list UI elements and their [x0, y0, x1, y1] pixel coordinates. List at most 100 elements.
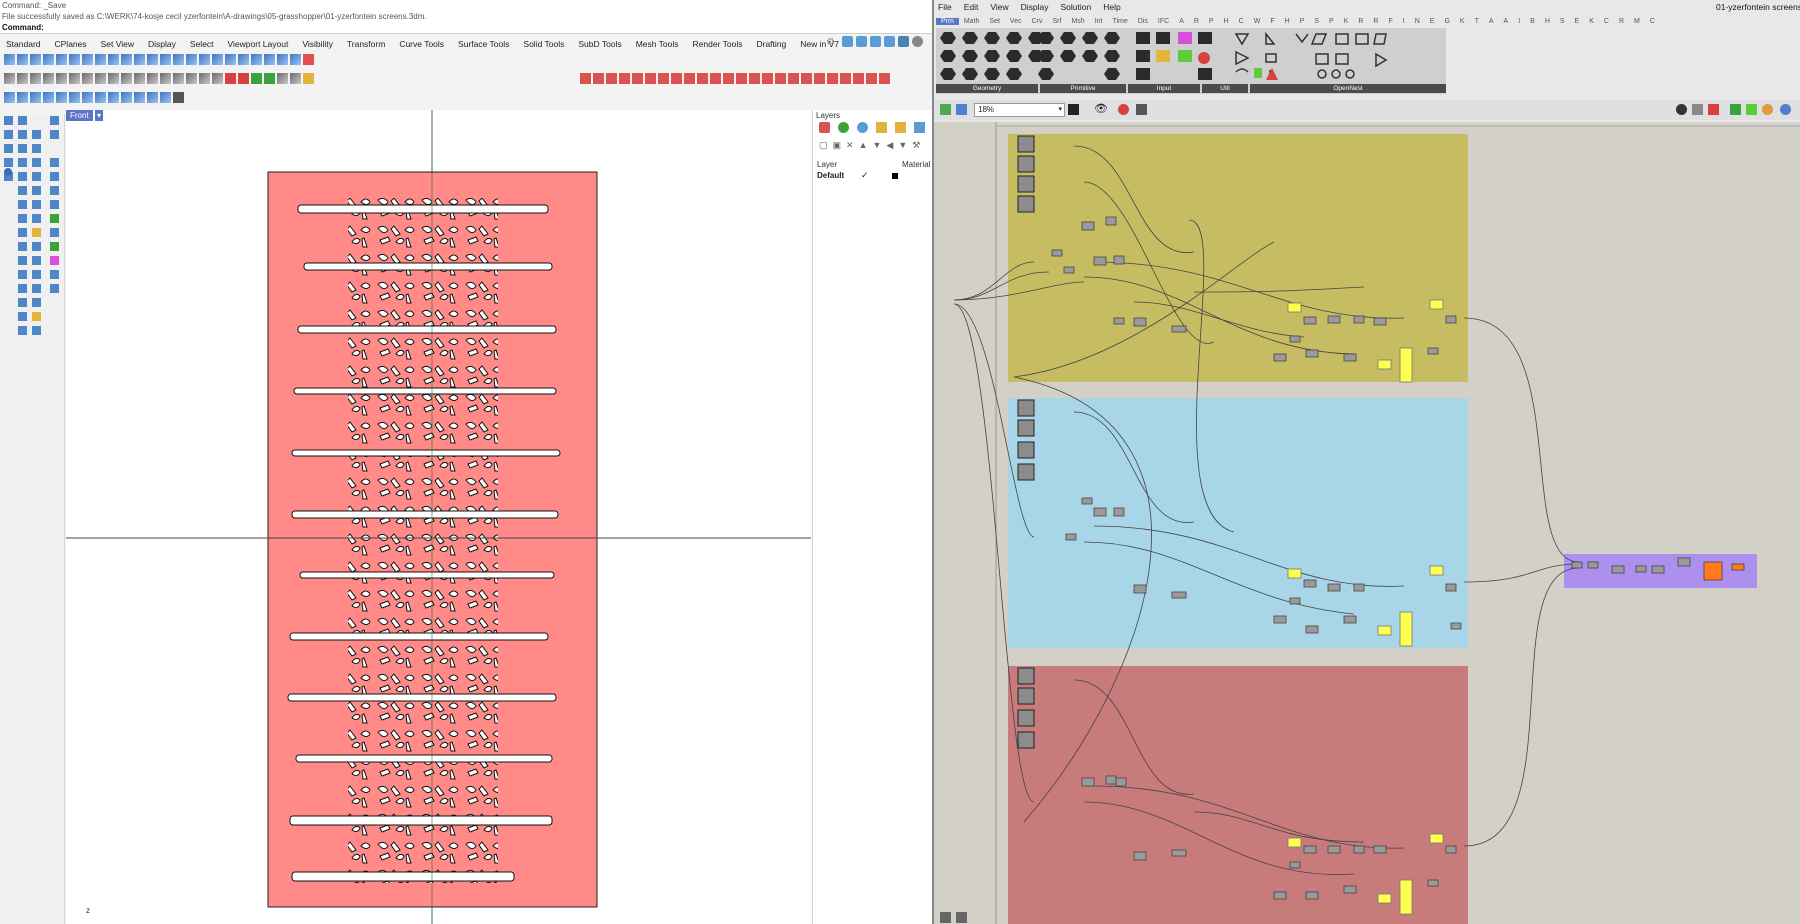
arrow-left-icon[interactable]: [225, 73, 236, 84]
zoom-dropdown[interactable]: 18% ▾: [974, 103, 1065, 117]
tab-standard[interactable]: Standard: [0, 36, 49, 52]
tab-plugin-k[interactable]: K: [1339, 18, 1354, 25]
tab-plugin-r[interactable]: R: [1189, 18, 1204, 25]
tab-drafting[interactable]: Drafting: [750, 36, 794, 52]
preview-wireframe-icon[interactable]: [1692, 104, 1703, 115]
layer-row-default[interactable]: Default ✓: [813, 170, 933, 182]
tab-plugin-e2[interactable]: E: [1570, 18, 1585, 25]
curve-tool-1-icon[interactable]: [4, 92, 15, 103]
tab-plugin-c2[interactable]: C: [1599, 18, 1614, 25]
tool-red-23-icon[interactable]: [866, 73, 877, 84]
tab-plugin-r4[interactable]: R: [1614, 18, 1629, 25]
gh-canvas[interactable]: [934, 122, 1800, 924]
preview-shaded-icon[interactable]: [1708, 104, 1719, 115]
tab-plugin-f2[interactable]: F: [1383, 18, 1397, 25]
tab-display[interactable]: Display: [142, 36, 184, 52]
orange-output-small[interactable]: [1731, 563, 1745, 571]
tool-red-13-icon[interactable]: [736, 73, 747, 84]
canvas-corner-icon-2[interactable]: [956, 912, 967, 923]
tab-new-in-v7[interactable]: New in V7: [794, 36, 847, 52]
curve-tool-3-icon[interactable]: [30, 92, 41, 103]
ribbon-section-opennest[interactable]: OpenNest: [1250, 84, 1446, 93]
preview-selected-icon[interactable]: [1730, 104, 1741, 115]
tab-plugin-p3[interactable]: P: [1324, 18, 1339, 25]
tab-plugin-c[interactable]: C: [1234, 18, 1249, 25]
curve-tool-9-icon[interactable]: [108, 92, 119, 103]
orange-output-node[interactable]: [1703, 561, 1723, 581]
copy-object-icon[interactable]: [160, 73, 171, 84]
tab-plugin-c3[interactable]: C: [1645, 18, 1660, 25]
tab-surface[interactable]: Srf: [1048, 18, 1067, 25]
tab-plugin-h3[interactable]: H: [1540, 18, 1555, 25]
ribbon-component-icons[interactable]: [936, 28, 1446, 84]
curve-tool-4-icon[interactable]: [43, 92, 54, 103]
tab-plugin-k3[interactable]: K: [1584, 18, 1599, 25]
tab-set-view[interactable]: Set View: [95, 36, 142, 52]
tab-sets[interactable]: Set: [984, 18, 1005, 25]
cut-icon[interactable]: [56, 54, 67, 65]
folder-icon[interactable]: [895, 122, 906, 133]
tool-red-6-icon[interactable]: [645, 73, 656, 84]
array-icon[interactable]: [212, 73, 223, 84]
snap-quad-icon[interactable]: [108, 73, 119, 84]
grid-icon[interactable]: [199, 54, 210, 65]
curve-tool-5-icon[interactable]: [56, 92, 67, 103]
preview-mesh-icon[interactable]: [1762, 104, 1773, 115]
bend-icon[interactable]: [303, 73, 314, 84]
tab-plugin-i[interactable]: I: [1398, 18, 1410, 25]
tool-red-20-icon[interactable]: [827, 73, 838, 84]
save-icon[interactable]: [956, 104, 967, 115]
tools-icon[interactable]: ⚒: [912, 140, 920, 151]
tool-red-11-icon[interactable]: [710, 73, 721, 84]
sidebar-tool-icons[interactable]: [0, 114, 64, 364]
align-icon[interactable]: [277, 73, 288, 84]
preview-mode-icon[interactable]: [1676, 104, 1687, 115]
tab-mesh-tools[interactable]: Mesh Tools: [630, 36, 687, 52]
gear-icon[interactable]: ⚙: [826, 37, 835, 48]
tab-mesh[interactable]: Msh: [1066, 18, 1089, 25]
rotate-view-icon[interactable]: [134, 54, 145, 65]
move-down-icon[interactable]: ▼: [873, 140, 882, 151]
tab-viewport-layout[interactable]: Viewport Layout: [222, 36, 297, 52]
tab-plugin-g[interactable]: G: [1439, 18, 1454, 25]
tab-curve[interactable]: Crv: [1027, 18, 1048, 25]
move-left-icon[interactable]: ◀: [886, 140, 893, 151]
tool-red-12-icon[interactable]: [723, 73, 734, 84]
tab-plugin-f[interactable]: F: [1265, 18, 1279, 25]
mirror-icon[interactable]: [199, 73, 210, 84]
top-view-icon[interactable]: [856, 36, 867, 47]
tab-plugin-a2[interactable]: A: [1484, 18, 1499, 25]
tool-red-9-icon[interactable]: [684, 73, 695, 84]
tab-plugin-b[interactable]: B: [1525, 18, 1540, 25]
tool-red-22-icon[interactable]: [853, 73, 864, 84]
menu-help[interactable]: Help: [1103, 2, 1120, 12]
render-icon[interactable]: [238, 54, 249, 65]
tab-plugin-r3[interactable]: R: [1368, 18, 1383, 25]
curve-tool-6-icon[interactable]: [69, 92, 80, 103]
open-file-icon[interactable]: [940, 104, 951, 115]
tab-transform[interactable]: Transform: [341, 36, 393, 52]
redo-icon[interactable]: [108, 54, 119, 65]
tool-red-18-icon[interactable]: [801, 73, 812, 84]
filter-icon[interactable]: ▼: [898, 140, 907, 151]
tab-plugin-h[interactable]: H: [1219, 18, 1234, 25]
tab-select[interactable]: Select: [184, 36, 222, 52]
tab-render-tools[interactable]: Render Tools: [687, 36, 751, 52]
tab-plugin-a3[interactable]: A: [1499, 18, 1514, 25]
tab-subd-tools[interactable]: SubD Tools: [572, 36, 629, 52]
gear-icon[interactable]: [173, 92, 184, 103]
copy-icon[interactable]: [69, 54, 80, 65]
snap-tan-icon[interactable]: [95, 73, 106, 84]
tool-red-10-icon[interactable]: [697, 73, 708, 84]
tool-red-5-icon[interactable]: [632, 73, 643, 84]
tab-plugin-a[interactable]: A: [1174, 18, 1189, 25]
tab-plugin-t[interactable]: T: [1470, 18, 1484, 25]
tab-intersect[interactable]: Int: [1090, 18, 1108, 25]
copy-layer-icon[interactable]: ▣: [833, 140, 842, 151]
curve-tool-2-icon[interactable]: [17, 92, 28, 103]
save-icon[interactable]: [30, 54, 41, 65]
arrow-right-icon[interactable]: [238, 73, 249, 84]
undo-icon[interactable]: [95, 54, 106, 65]
layer-material-icon[interactable]: [857, 122, 868, 133]
bake-icon[interactable]: [1136, 104, 1147, 115]
